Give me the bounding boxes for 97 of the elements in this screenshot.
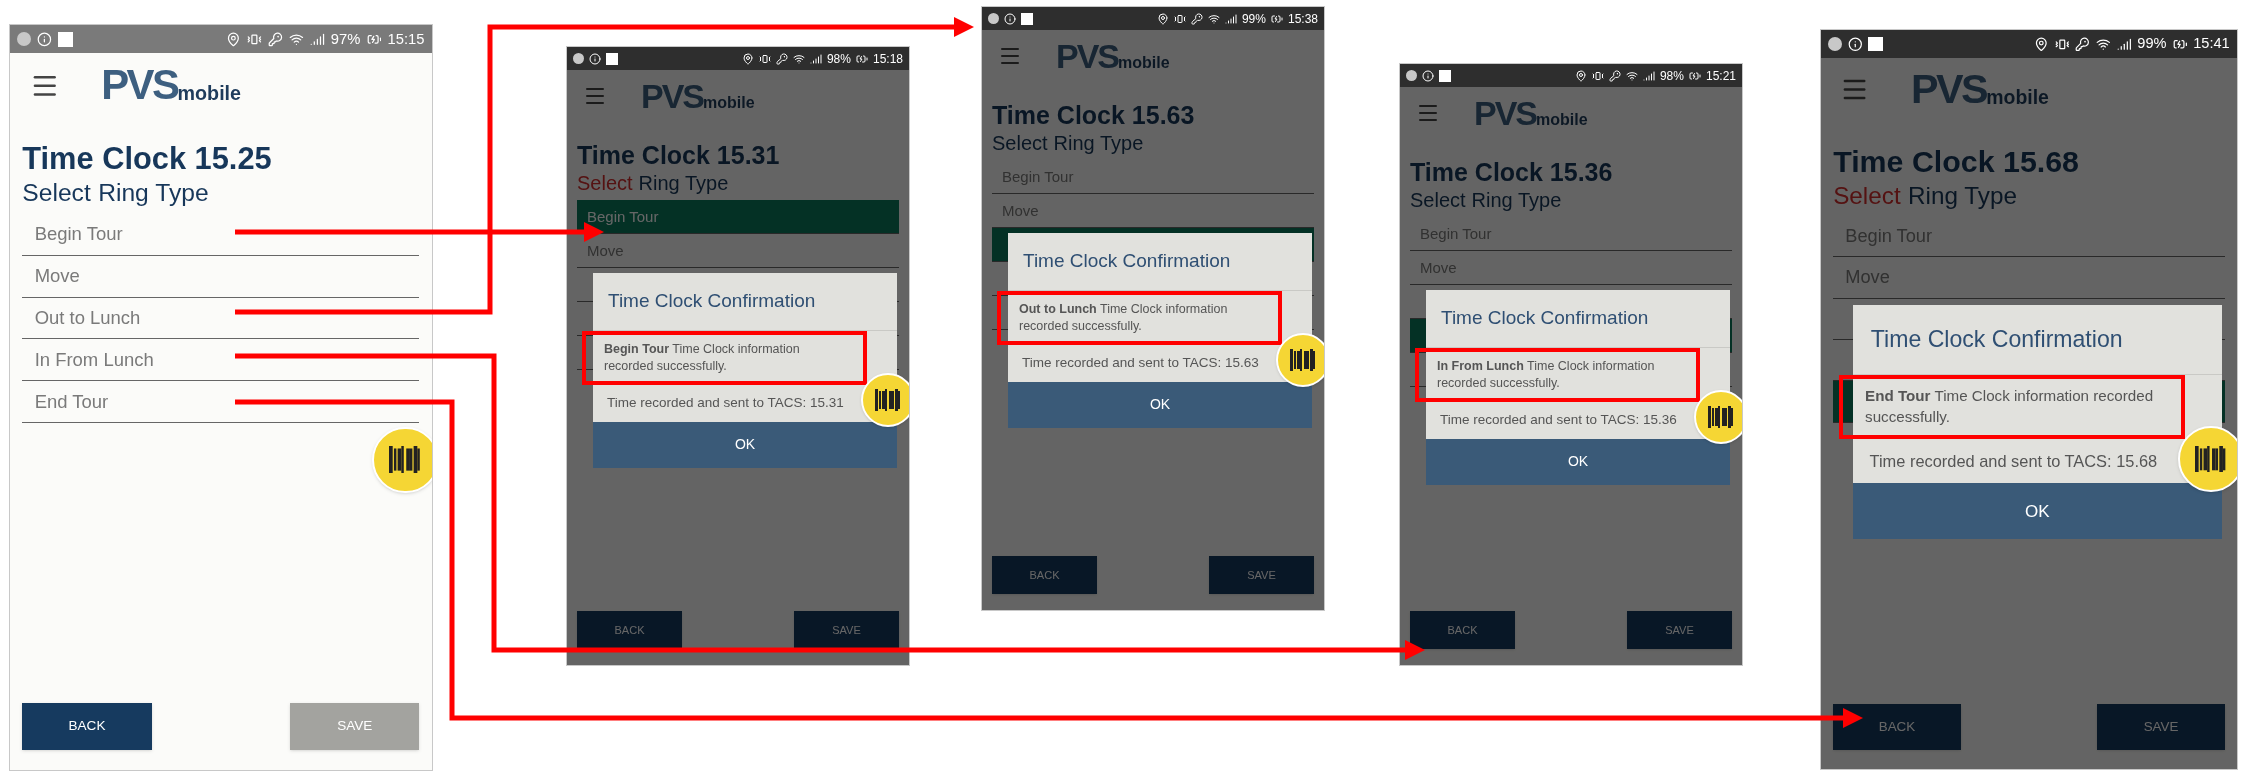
square-icon — [606, 52, 618, 65]
screen-subtitle: Select Ring Type — [1409, 188, 1563, 214]
screen-title: Time Clock 15.25 — [21, 139, 273, 178]
back-button[interactable]: BACK — [1410, 611, 1515, 649]
screen-title: Time Clock 15.63 — [991, 100, 1196, 131]
screen-subtitle: Select Ring Type — [991, 131, 1145, 157]
screen-subtitle: Select Ring Type — [576, 171, 730, 197]
info-icon — [1004, 12, 1016, 25]
clock-time: 15:18 — [872, 50, 903, 68]
wifi-icon — [288, 31, 304, 47]
wifi-icon — [2096, 36, 2111, 52]
info-icon — [1847, 36, 1863, 52]
clock-time: 15:38 — [1287, 10, 1318, 28]
ring-type-option[interactable]: Begin Tour — [22, 213, 420, 256]
ring-type-option[interactable]: Begin Tour — [577, 200, 899, 235]
vibrate-icon — [758, 52, 771, 65]
square-icon — [1868, 36, 1883, 52]
location-icon — [1574, 69, 1587, 82]
app-logo: PVSmobile — [1056, 39, 1170, 73]
barcode-scan-button[interactable] — [372, 426, 432, 494]
location-icon — [226, 31, 241, 47]
location-icon — [1156, 12, 1169, 25]
screen-subtitle: Select Ring Type — [21, 178, 210, 209]
screen-title: Time Clock 15.68 — [1832, 143, 2080, 180]
dialog-title: Time Clock Confirmation — [1852, 304, 2222, 376]
app-logo: PVSmobile — [101, 64, 242, 107]
signal-icon — [309, 31, 325, 47]
app-logo: PVSmobile — [641, 79, 755, 113]
save-button[interactable]: SAVE — [2097, 703, 2225, 750]
clock-time: 15:41 — [2193, 34, 2230, 54]
signal-icon — [2116, 36, 2132, 52]
dialog-title: Time Clock Confirmation — [1008, 233, 1312, 291]
square-icon — [1439, 69, 1451, 82]
dialog-detail: Time recorded and sent to TACS: 15.36 — [1440, 411, 1677, 430]
barcode-icon — [2195, 445, 2227, 473]
location-icon — [741, 52, 754, 65]
ring-type-option[interactable]: Move — [22, 255, 420, 298]
vibrate-icon — [1173, 12, 1186, 25]
save-button[interactable]: SAVE — [1627, 611, 1732, 649]
clock-time: 15:21 — [1705, 67, 1736, 85]
barcode-icon — [389, 446, 422, 474]
key-icon — [2075, 36, 2090, 52]
wifi-icon — [1625, 69, 1638, 82]
save-button[interactable]: SAVE — [794, 611, 899, 649]
info-icon — [1422, 69, 1434, 82]
app-logo: PVSmobile — [1474, 96, 1588, 130]
ring-type-option[interactable]: Out to Lunch — [22, 297, 420, 340]
battery-percent: 97% — [330, 30, 361, 50]
vibrate-icon — [247, 31, 262, 47]
clock-time: 15:15 — [387, 30, 425, 50]
app-logo: PVSmobile — [1910, 68, 2049, 111]
ok-button[interactable]: OK — [1008, 381, 1312, 428]
key-icon — [775, 52, 788, 65]
key-icon — [1190, 12, 1203, 25]
dialog-detail: Time recorded and sent to TACS: 15.63 — [1022, 354, 1259, 373]
dialog-message: Begin Tour Time Clock information recorded successfully. — [582, 331, 867, 386]
wifi-icon — [792, 52, 805, 65]
dialog-detail: Time recorded and sent to TACS: 15.31 — [607, 394, 844, 413]
battery-percent: 98% — [826, 50, 851, 68]
dialog-detail: Time recorded and sent to TACS: 15.68 — [1869, 451, 2158, 473]
back-button[interactable]: BACK — [577, 611, 682, 649]
screen-title: Time Clock 15.31 — [576, 140, 781, 171]
screen-subtitle: Select Ring Type — [1832, 180, 2018, 211]
barcode-icon — [875, 389, 901, 411]
battery-icon — [1270, 12, 1283, 25]
wifi-icon — [1207, 12, 1220, 25]
square-icon — [1021, 12, 1033, 25]
vibrate-icon — [1591, 69, 1604, 82]
ring-type-option[interactable]: In From Lunch — [22, 339, 420, 382]
key-icon — [1608, 69, 1621, 82]
ok-button[interactable]: OK — [1426, 438, 1730, 485]
back-button[interactable]: BACK — [1833, 703, 1961, 750]
ring-type-option[interactable]: End Tour — [22, 381, 420, 424]
barcode-icon — [1290, 349, 1316, 371]
barcode-icon — [1708, 406, 1734, 428]
back-button[interactable]: BACK — [22, 703, 152, 750]
key-icon — [268, 31, 283, 47]
battery-icon — [1688, 69, 1701, 82]
battery-percent: 98% — [1659, 67, 1684, 85]
square-icon — [58, 31, 73, 47]
info-icon — [37, 31, 52, 47]
info-icon — [589, 52, 601, 65]
ok-button[interactable]: OK — [1852, 483, 2222, 540]
battery-percent: 99% — [2137, 34, 2167, 54]
battery-icon — [855, 52, 868, 65]
dialog-message: Out to Lunch Time Clock information recorded successfully. — [997, 291, 1282, 346]
ok-button[interactable]: OK — [593, 421, 897, 468]
dialog-message: End Tour Time Clock information recorded successfully. — [1839, 375, 2186, 440]
dialog-title: Time Clock Confirmation — [593, 273, 897, 331]
save-button[interactable]: SAVE — [1209, 556, 1314, 594]
vibrate-icon — [2054, 36, 2070, 52]
back-button[interactable]: BACK — [992, 556, 1097, 594]
dialog-title: Time Clock Confirmation — [1426, 290, 1730, 348]
location-icon — [2034, 36, 2049, 52]
battery-percent: 99% — [1241, 10, 1266, 28]
dialog-message: In From Lunch Time Clock information recorded successfully. — [1415, 348, 1700, 403]
screen-title: Time Clock 15.36 — [1409, 157, 1614, 188]
